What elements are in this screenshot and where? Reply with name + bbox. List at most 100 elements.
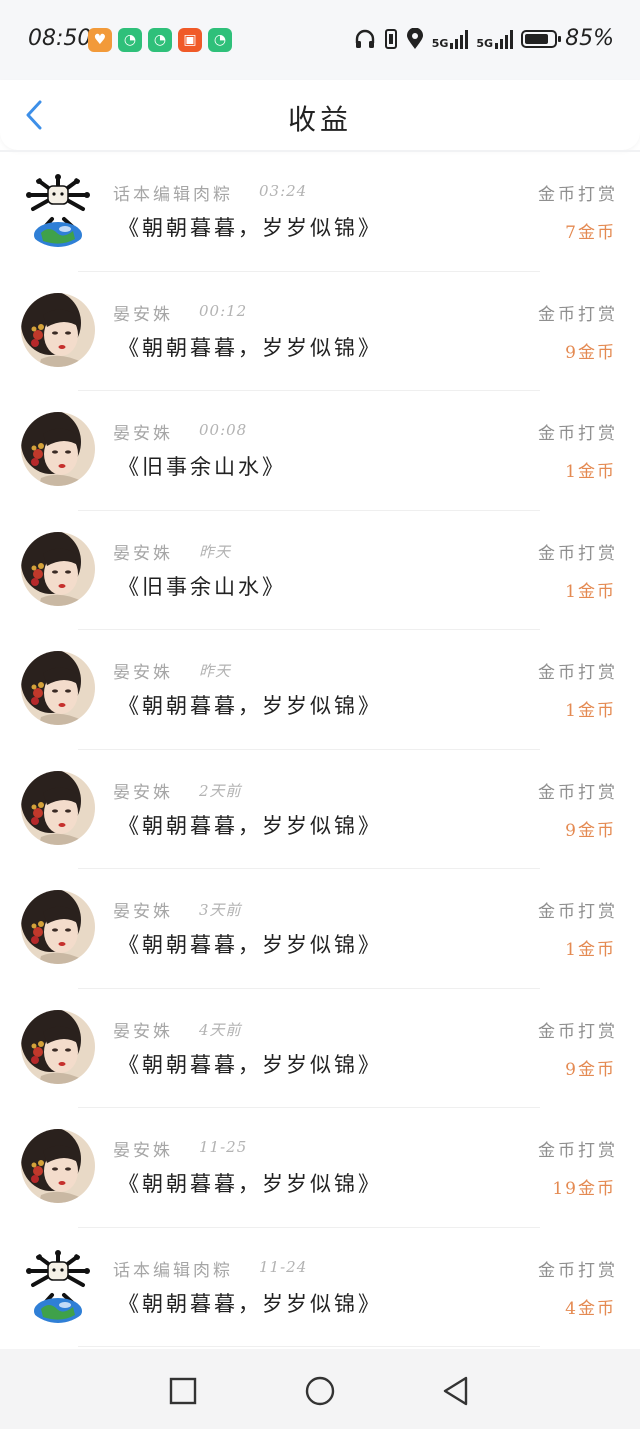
navigation-bar <box>0 1349 640 1429</box>
reward-amount: 1金币 <box>565 581 616 602</box>
work-title: 《朝朝暮暮，岁岁似锦》 <box>118 216 382 240</box>
sender-name: 晏安姝 <box>113 782 173 803</box>
item-time: 昨天 <box>199 542 232 561</box>
recent-apps-icon <box>169 1377 197 1405</box>
portrait-avatar[interactable] <box>21 890 95 964</box>
portrait-avatar[interactable] <box>21 412 95 486</box>
status-time: 08:50 <box>28 26 92 51</box>
reward-amount: 1金币 <box>565 701 616 721</box>
status-bar: 08:50 ♥ ◔ ◔ ▣ ◔ 5G 5G 85% <box>0 0 640 80</box>
battery-fill <box>525 33 549 44</box>
item-time: 昨天 <box>199 662 232 680</box>
network-label-2: 5G <box>476 36 494 50</box>
work-title: 《朝朝暮暮，岁岁似锦》 <box>118 694 382 718</box>
item-time: 3天前 <box>199 901 242 919</box>
list-item[interactable]: 晏安姝 00:12 《朝朝暮暮，岁岁似锦》 金币打赏 9金币 <box>0 272 640 391</box>
item-time: 11-25 <box>199 1138 248 1156</box>
portrait-avatar[interactable] <box>21 651 95 725</box>
reward-type: 金币打赏 <box>538 1021 618 1042</box>
cartoon-avatar[interactable] <box>21 173 95 247</box>
sender-name: 晏安姝 <box>113 902 173 922</box>
sender-name: 话本编辑肉粽 <box>113 185 233 205</box>
work-title: 《朝朝暮暮，岁岁似锦》 <box>118 1052 382 1077</box>
item-time: 00:12 <box>199 301 248 320</box>
row-divider <box>78 1346 540 1347</box>
income-list: 话本编辑肉粽 03:24 《朝朝暮暮，岁岁似锦》 金币打赏 7金币 晏安姝 00… <box>0 152 640 1347</box>
work-title: 《旧事余山水》 <box>118 574 286 599</box>
location-icon <box>406 27 423 49</box>
portrait-avatar[interactable] <box>21 1009 95 1084</box>
signal-1: 5G <box>432 29 469 49</box>
headphones-icon <box>355 29 374 48</box>
item-time: 00:08 <box>199 421 248 439</box>
sender-name: 话本编辑肉粽 <box>113 1260 233 1281</box>
reward-amount: 9金币 <box>565 820 616 841</box>
reward-amount: 19金币 <box>552 1179 616 1199</box>
reward-type: 金币打赏 <box>538 1141 618 1161</box>
list-item[interactable]: 话本编辑肉粽 03:24 《朝朝暮暮，岁岁似锦》 金币打赏 7金币 <box>0 152 640 272</box>
signal-icon <box>495 29 514 49</box>
sender-name: 晏安姝 <box>113 1021 173 1042</box>
item-time: 03:24 <box>259 182 308 200</box>
status-right: 5G 5G 85% <box>354 26 614 51</box>
list-item[interactable]: 晏安姝 11-25 《朝朝暮暮，岁岁似锦》 金币打赏 19金币 <box>0 1108 640 1228</box>
reward-type: 金币打赏 <box>538 304 618 325</box>
work-title: 《朝朝暮暮，岁岁似锦》 <box>118 1291 382 1316</box>
work-title: 《朝朝暮暮，岁岁似锦》 <box>118 1172 382 1196</box>
heart-app-icon: ♥ <box>88 28 112 52</box>
portrait-avatar[interactable] <box>21 292 95 367</box>
work-title: 《朝朝暮暮，岁岁似锦》 <box>118 813 382 838</box>
network-label-1: 5G <box>431 36 449 50</box>
reward-amount: 9金币 <box>565 342 616 363</box>
reward-type: 金币打赏 <box>538 424 618 444</box>
sender-name: 晏安姝 <box>113 1141 173 1161</box>
item-time: 4天前 <box>199 1020 242 1039</box>
list-item[interactable]: 晏安姝 昨天 《旧事余山水》 金币打赏 1金币 <box>0 511 640 630</box>
list-item[interactable]: 话本编辑肉粽 11-24 《朝朝暮暮，岁岁似锦》 金币打赏 4金币 <box>0 1228 640 1347</box>
list-item[interactable]: 晏安姝 昨天 《朝朝暮暮，岁岁似锦》 金币打赏 1金币 <box>0 630 640 750</box>
page-title: 收益 <box>287 103 352 136</box>
battery-percent: 85% <box>565 26 614 51</box>
reward-type: 金币打赏 <box>538 1260 618 1281</box>
signal-icon <box>450 29 469 49</box>
back-nav-button[interactable] <box>436 1371 476 1411</box>
chat-app-icon: ◔ <box>148 28 172 52</box>
reward-amount: 4金币 <box>565 1298 616 1319</box>
notification-icons: ♥ ◔ ◔ ▣ ◔ <box>88 28 232 52</box>
work-title: 《朝朝暮暮，岁岁似锦》 <box>118 335 382 360</box>
item-time: 11-24 <box>259 1257 308 1276</box>
portrait-avatar[interactable] <box>21 1129 95 1203</box>
sender-name: 晏安姝 <box>113 304 173 325</box>
list-item[interactable]: 晏安姝 4天前 《朝朝暮暮，岁岁似锦》 金币打赏 9金币 <box>0 989 640 1108</box>
reward-type: 金币打赏 <box>538 782 618 803</box>
reward-type: 金币打赏 <box>538 543 618 564</box>
portrait-avatar[interactable] <box>21 531 95 606</box>
work-title: 《朝朝暮暮，岁岁似锦》 <box>118 933 382 957</box>
header: 收益 <box>0 80 640 150</box>
reward-amount: 7金币 <box>565 223 616 243</box>
sender-name: 晏安姝 <box>113 424 173 444</box>
cartoon-avatar[interactable] <box>21 1248 95 1323</box>
chat-app-icon: ◔ <box>208 28 232 52</box>
signal-2: 5G <box>476 29 514 50</box>
list-item[interactable]: 晏安姝 3天前 《朝朝暮暮，岁岁似锦》 金币打赏 1金币 <box>0 869 640 989</box>
battery-icon <box>521 29 562 48</box>
sender-name: 晏安姝 <box>113 543 173 564</box>
reward-type: 金币打赏 <box>538 185 618 205</box>
work-title: 《旧事余山水》 <box>118 455 286 479</box>
home-button[interactable] <box>300 1371 340 1411</box>
item-time: 2天前 <box>199 781 242 800</box>
list-item[interactable]: 晏安姝 00:08 《旧事余山水》 金币打赏 1金币 <box>0 391 640 511</box>
reward-amount: 1金币 <box>565 462 616 482</box>
recent-apps-button[interactable] <box>163 1371 203 1411</box>
home-icon <box>305 1376 335 1406</box>
chat-app-icon: ◔ <box>118 28 142 52</box>
reward-amount: 1金币 <box>565 940 616 960</box>
video-app-icon: ▣ <box>178 28 202 52</box>
reward-type: 金币打赏 <box>538 902 618 922</box>
list-item[interactable]: 晏安姝 2天前 《朝朝暮暮，岁岁似锦》 金币打赏 9金币 <box>0 750 640 869</box>
back-icon <box>443 1376 468 1406</box>
vibrate-icon <box>384 28 397 49</box>
portrait-avatar[interactable] <box>21 770 95 845</box>
sender-name: 晏安姝 <box>113 663 173 683</box>
